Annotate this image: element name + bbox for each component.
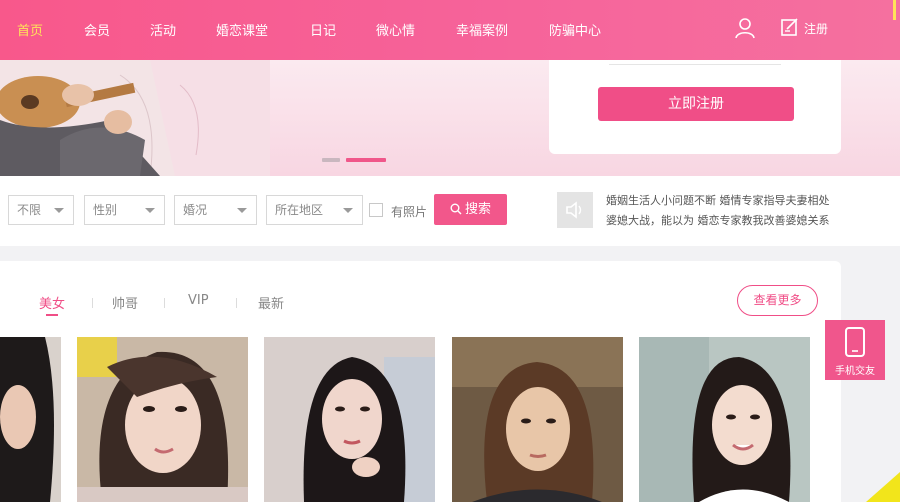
mobile-app-label: 手机交友 [835, 366, 875, 377]
mobile-app-float-button[interactable]: 手机交友 [825, 320, 885, 380]
nav-item-mood[interactable]: 微心情 [376, 20, 415, 39]
tab-separator [236, 298, 237, 308]
region-select[interactable]: 所在地区 [266, 195, 363, 225]
phone-icon [845, 327, 865, 357]
search-icon [450, 203, 462, 215]
gender-select[interactable]: 性别 [84, 195, 165, 225]
register-link[interactable]: 注册 [804, 20, 828, 37]
chevron-down-icon [145, 208, 155, 213]
nav-item-diary[interactable]: 日记 [310, 20, 336, 39]
announcement-line-2[interactable]: 婆媳大战，能以为 婚恋专家教我改善婆媳关系 [606, 211, 842, 231]
carousel-dot-active[interactable] [346, 158, 386, 162]
carousel-dot[interactable] [322, 158, 340, 162]
tab-newest[interactable]: 最新 [258, 293, 284, 312]
register-card: 立即注册 [549, 60, 841, 154]
tab-separator [164, 298, 165, 308]
tab-beauties[interactable]: 美女 [39, 293, 65, 312]
chevron-down-icon [343, 208, 353, 213]
tab-handsome[interactable]: 帅哥 [112, 293, 138, 312]
has-photo-label: 有照片 [391, 205, 428, 219]
gender-select-value: 性别 [93, 203, 118, 217]
age-select-value: 不限 [17, 203, 42, 217]
view-more-button[interactable]: 查看更多 [737, 285, 818, 316]
search-button[interactable]: 搜索 [434, 194, 507, 225]
register-icon[interactable] [780, 17, 800, 37]
tab-separator [92, 298, 93, 308]
chevron-down-icon [237, 208, 247, 213]
members-panel: 美女 帅哥 VIP 最新 查看更多 [0, 261, 841, 502]
announcement-line-1[interactable]: 婚姻生活人小问题不断 婚情专家指导夫妻相处 [606, 191, 842, 211]
tab-vip[interactable]: VIP [188, 293, 209, 308]
has-photo-checkbox[interactable] [369, 203, 383, 217]
nav-item-events[interactable]: 活动 [150, 20, 176, 39]
search-filter-bar: 不限 性别 婚况 所在地区 有照片 搜索 婚姻生活人小问题不断 婚情专家指导夫妻… [0, 176, 900, 246]
nav-item-classroom[interactable]: 婚恋课堂 [216, 20, 268, 39]
nav-item-anti-fraud[interactable]: 防骗中心 [549, 20, 601, 39]
chevron-down-icon [54, 208, 64, 213]
search-button-label: 搜索 [464, 202, 491, 217]
nav-item-home[interactable]: 首页 [17, 20, 43, 39]
banner-ukulele-image [0, 60, 270, 176]
top-nav: 首页 会员 活动 婚恋课堂 日记 微心情 幸福案例 防骗中心 注册 [0, 0, 900, 60]
announcement-text[interactable]: 婚姻生活人小问题不断 婚情专家指导夫妻相处 婆媳大战，能以为 婚恋专家教我改善婆… [606, 191, 842, 231]
nav-item-success-stories[interactable]: 幸福案例 [456, 20, 508, 39]
corner-decoration [866, 472, 900, 502]
user-icon[interactable] [734, 17, 756, 39]
member-photo[interactable] [0, 337, 61, 502]
marital-select-value: 婚况 [183, 203, 208, 217]
announcement-speaker [557, 192, 593, 228]
region-select-value: 所在地区 [275, 203, 324, 217]
nav-item-members[interactable]: 会员 [84, 20, 110, 39]
marital-select[interactable]: 婚况 [174, 195, 257, 225]
banner-carousel-dots [322, 158, 386, 162]
age-select[interactable]: 不限 [8, 195, 74, 225]
form-divider [609, 64, 781, 65]
member-photo[interactable] [639, 337, 810, 502]
nav-edge-accent [893, 0, 896, 20]
register-now-button[interactable]: 立即注册 [598, 87, 794, 121]
member-photo[interactable] [264, 337, 435, 502]
member-photo[interactable] [452, 337, 623, 502]
active-tab-indicator [46, 314, 58, 316]
speaker-icon [566, 201, 582, 219]
member-photo[interactable] [77, 337, 248, 502]
